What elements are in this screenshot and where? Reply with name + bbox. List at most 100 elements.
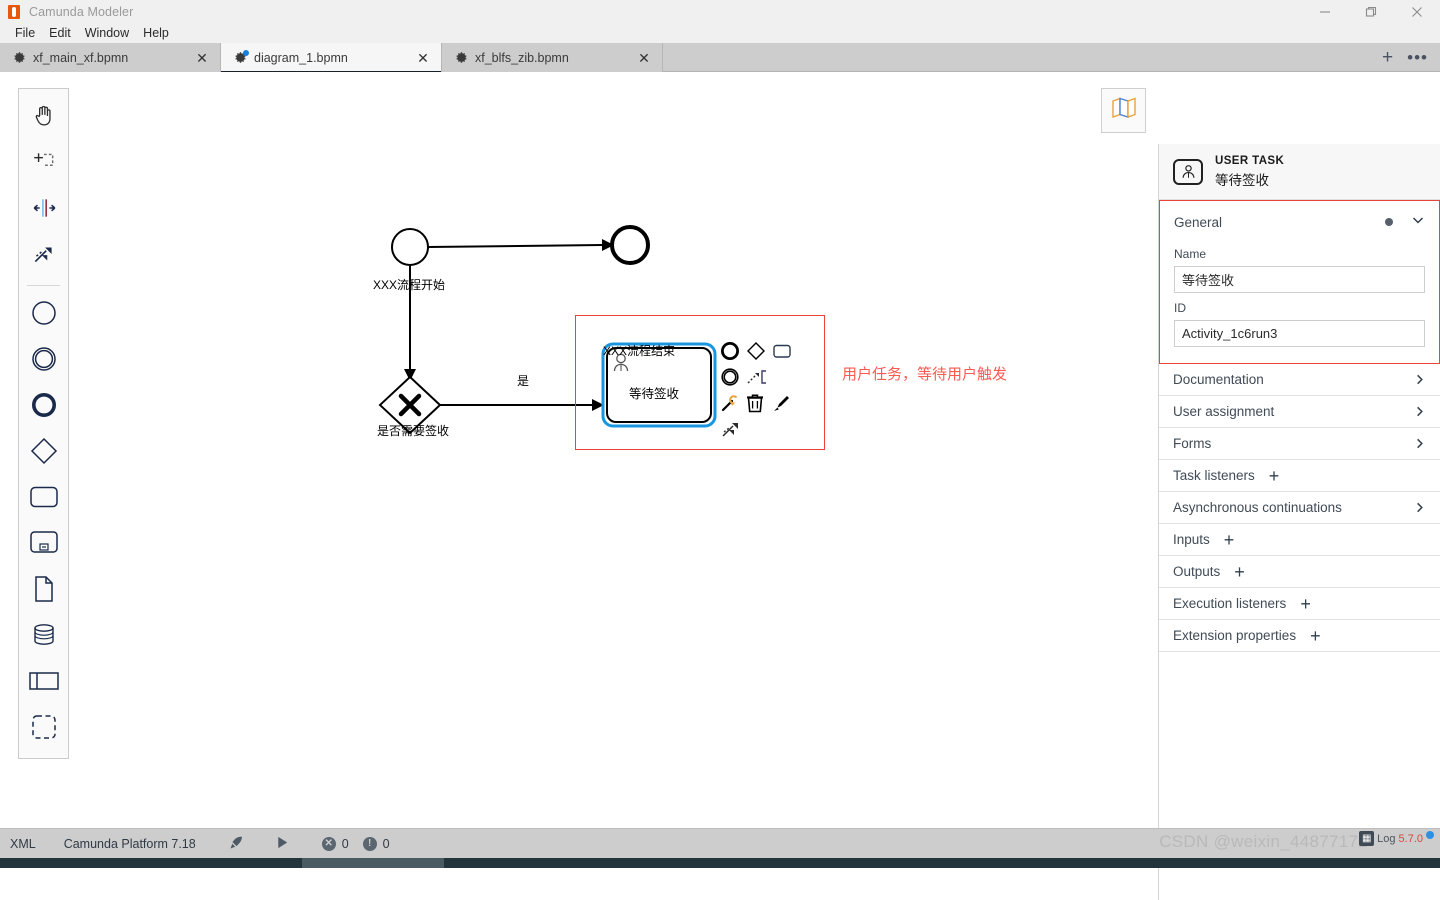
palette-data-object[interactable] [19, 568, 68, 614]
plus-icon[interactable]: + [1269, 467, 1280, 485]
maximize-button[interactable] [1348, 0, 1394, 23]
close-button[interactable] [1394, 0, 1440, 23]
prop-group-label: Documentation [1173, 372, 1264, 387]
error-indicator[interactable]: ✕ 0 [321, 836, 349, 851]
prop-group-user-assignment[interactable]: User assignment [1159, 396, 1440, 428]
window-controls [1302, 0, 1440, 23]
hand-tool-icon [31, 103, 57, 134]
palette-data-store[interactable] [19, 614, 68, 660]
tab-label: diagram_1.bpmn [254, 50, 348, 65]
workspace: XXX流程开始 XXX流程结束 是否需要签收 是 等待签收 用户任务，等待用户触… [0, 72, 1440, 900]
append-task-icon[interactable] [772, 341, 792, 366]
intermediate-event-icon [30, 345, 58, 378]
palette-lasso-tool[interactable] [19, 141, 68, 187]
palette-space-tool[interactable] [19, 187, 68, 233]
log-widget-label[interactable]: Log [1377, 833, 1395, 845]
palette-gateway[interactable] [19, 430, 68, 476]
menu-item-window[interactable]: Window [78, 24, 136, 42]
tab-xf-main-xf[interactable]: xf_main_xf.bpmn ✕ [0, 43, 221, 72]
new-tab-button[interactable]: + [1382, 48, 1393, 67]
global-connect-tool-icon [31, 241, 57, 272]
tab-overflow-button[interactable]: ••• [1407, 49, 1428, 66]
plus-icon[interactable]: + [1310, 627, 1321, 645]
minimize-button[interactable] [1302, 0, 1348, 23]
task-icon [29, 485, 59, 514]
deploy-button[interactable] [228, 834, 245, 854]
palette-hand-tool[interactable] [19, 95, 68, 141]
name-field[interactable] [1174, 266, 1425, 293]
menu-item-help[interactable]: Help [136, 24, 176, 42]
user-task-label: 等待签收 [629, 387, 680, 401]
floating-log-widget[interactable]: ▦ Log 5.7.0 [1359, 831, 1434, 846]
chevron-right-icon[interactable] [1413, 405, 1426, 418]
append-text-annotation-icon[interactable] [746, 367, 768, 392]
palette-subprocess[interactable] [19, 522, 68, 568]
tab-xf-blfs-zib[interactable]: xf_blfs_zib.bpmn ✕ [442, 43, 663, 72]
menu-item-edit[interactable]: Edit [42, 24, 78, 42]
log-widget-icon: ▦ [1359, 831, 1375, 846]
os-taskbar [0, 858, 1440, 868]
id-field-label: ID [1174, 301, 1186, 315]
engine-platform-label[interactable]: Camunda Platform 7.18 [64, 837, 196, 851]
prop-group-execution-listeners[interactable]: Execution listeners + [1159, 588, 1440, 620]
error-circle-icon: ✕ [321, 836, 336, 851]
run-button[interactable] [275, 835, 290, 853]
tab-close-icon[interactable]: ✕ [415, 50, 431, 66]
chevron-right-icon[interactable] [1413, 501, 1426, 514]
prop-group-extension-properties[interactable]: Extension properties + [1159, 620, 1440, 652]
tab-close-icon[interactable]: ✕ [636, 50, 652, 66]
watermark-text: CSDN @weixin_44877172 [1159, 832, 1368, 851]
end-event-label: XXX流程结束 [603, 344, 676, 358]
set-color-brush-icon[interactable] [770, 393, 790, 418]
palette-task[interactable] [19, 476, 68, 522]
end-event-shape [610, 225, 650, 265]
os-taskbar-active-item[interactable] [302, 858, 444, 868]
prop-group-documentation[interactable]: Documentation [1159, 364, 1440, 396]
menu-item-file[interactable]: File [8, 24, 42, 42]
tab-bar-actions: + ••• [1382, 43, 1440, 71]
start-event-label: XXX流程开始 [373, 278, 446, 292]
xml-view-button[interactable]: XML [10, 837, 36, 851]
append-end-event-icon[interactable] [720, 341, 740, 366]
bpmn-gear-icon [454, 51, 468, 65]
general-group-header[interactable]: General [1174, 201, 1425, 239]
plus-icon[interactable]: + [1224, 531, 1235, 549]
plus-icon[interactable]: + [1234, 563, 1245, 581]
tab-diagram-1[interactable]: diagram_1.bpmn ✕ [221, 43, 442, 73]
palette-group[interactable] [19, 706, 68, 752]
log-widget-status-dot [1426, 831, 1434, 839]
palette-intermediate-event[interactable] [19, 338, 68, 384]
append-gateway-icon[interactable] [746, 341, 766, 366]
warning-circle-icon: ! [362, 836, 377, 851]
warning-count: 0 [382, 836, 390, 851]
palette-start-event[interactable] [19, 292, 68, 338]
palette-global-connect-tool[interactable] [19, 233, 68, 279]
palette-end-event[interactable] [19, 384, 68, 430]
prop-group-label: Asynchronous continuations [1173, 500, 1342, 515]
plus-icon[interactable]: + [1300, 595, 1311, 613]
chevron-right-icon[interactable] [1413, 437, 1426, 450]
bpmn-canvas[interactable]: XXX流程开始 XXX流程结束 是否需要签收 是 等待签收 用户任务，等待用户触… [70, 72, 1158, 828]
tab-unsaved-indicator [243, 49, 249, 56]
prop-group-task-listeners[interactable]: Task listeners + [1159, 460, 1440, 492]
connect-icon[interactable] [720, 419, 742, 444]
palette-participant[interactable] [19, 660, 68, 706]
properties-panel: USER TASK 等待签收 General Name ID Documenta… [1158, 144, 1440, 900]
prop-group-forms[interactable]: Forms [1159, 428, 1440, 460]
prop-group-label: User assignment [1173, 404, 1275, 419]
chevron-right-icon[interactable] [1413, 373, 1426, 386]
prop-group-asynchronous-continuations[interactable]: Asynchronous continuations [1159, 492, 1440, 524]
prop-group-label: Execution listeners [1173, 596, 1287, 611]
delete-trash-icon[interactable] [746, 393, 764, 418]
prop-group-label: Forms [1173, 436, 1212, 451]
prop-group-inputs[interactable]: Inputs + [1159, 524, 1440, 556]
tab-close-icon[interactable]: ✕ [194, 50, 210, 66]
change-type-wrench-icon[interactable] [720, 393, 740, 418]
bpmn-gear-icon [233, 49, 249, 65]
id-field[interactable] [1174, 320, 1425, 347]
append-intermediate-event-icon[interactable] [720, 367, 740, 392]
prop-group-outputs[interactable]: Outputs + [1159, 556, 1440, 588]
chevron-down-icon[interactable] [1411, 213, 1425, 232]
warning-indicator[interactable]: ! 0 [362, 836, 390, 851]
subprocess-icon [29, 530, 59, 561]
